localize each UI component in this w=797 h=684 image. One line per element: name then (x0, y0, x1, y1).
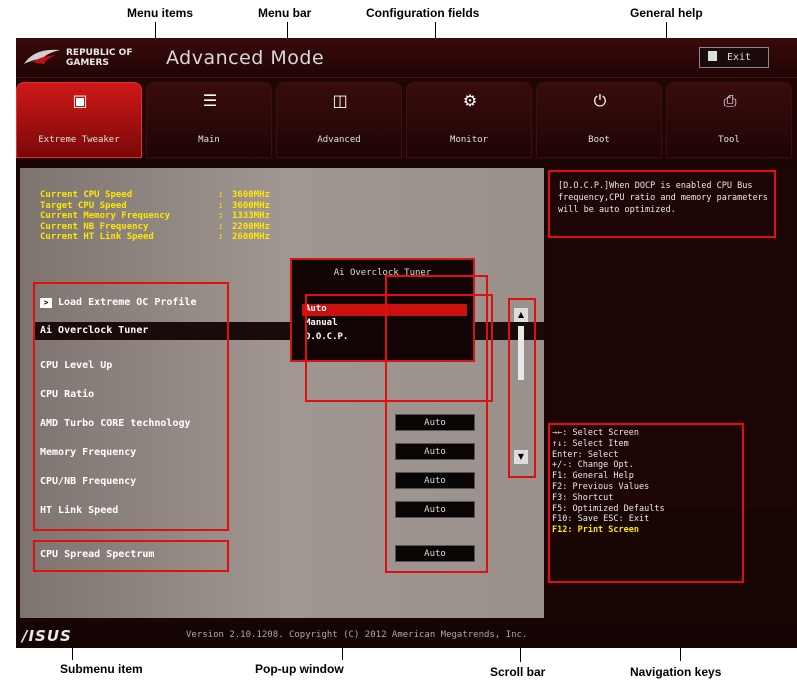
tab-label: Main (198, 135, 220, 145)
menu-bar: ▣ Extreme Tweaker ☰ Main ◫ Advanced ⚙ Mo… (16, 80, 797, 160)
callout-general-help: General help (630, 6, 703, 20)
info-label: Current HT Link Speed (40, 232, 154, 242)
info-label: Current NB Frequency (40, 221, 149, 232)
info-separator: : (218, 221, 224, 232)
navigation-keys-box (548, 423, 744, 583)
version-text: Version 2.10.1208. Copyright (C) 2012 Am… (186, 630, 528, 640)
callout-menu-bar: Menu bar (258, 6, 312, 20)
footer: /ISUS Version 2.10.1208. Copyright (C) 2… (16, 623, 797, 648)
menu-items-box (33, 282, 229, 531)
tab-advanced[interactable]: ◫ Advanced (276, 82, 402, 158)
submenu-item-box (33, 540, 229, 572)
tab-label: Advanced (317, 135, 361, 145)
tab-boot[interactable]: ⏻ Boot (536, 82, 662, 158)
advanced-icon: ◫ (332, 91, 348, 110)
info-row: Current CPU Speed:3600MHz (40, 190, 270, 201)
exit-label: Exit (727, 52, 752, 63)
callout-menu-items: Menu items (127, 6, 194, 20)
main-list-icon: ☰ (202, 91, 218, 110)
info-row: Current HT Link Speed:2600MHz (40, 232, 270, 243)
info-separator: : (218, 200, 224, 211)
brand-text: REPUBLIC OF GAMERS (66, 48, 132, 68)
info-separator: : (218, 211, 224, 221)
tab-label: Monitor (450, 135, 488, 145)
brand-line-1: REPUBLIC OF (66, 48, 133, 58)
info-value: 2200MHz (232, 221, 270, 232)
info-label: Current Memory Frequency (40, 211, 171, 221)
tool-icon: ⎙ (723, 91, 737, 110)
tab-tool[interactable]: ⎙ Tool (666, 82, 792, 158)
callout-navigation-keys: Navigation keys (630, 665, 722, 679)
callout-configuration-fields: Configuration fields (366, 6, 480, 20)
mode-title: Advanced Mode (166, 47, 325, 69)
asus-logo: /ISUS (22, 627, 72, 645)
tab-main[interactable]: ☰ Main (146, 82, 272, 158)
general-help-box (548, 170, 776, 238)
info-row: Target CPU Speed:3600MHz (40, 201, 270, 212)
popup-window-box (305, 294, 493, 402)
extreme-tweaker-icon: ▣ (72, 91, 88, 110)
callout-scroll-bar: Scroll bar (490, 665, 546, 679)
power-icon: ⏻ (593, 91, 607, 110)
brand-line-2: GAMERS (66, 58, 109, 68)
info-separator: : (218, 190, 224, 200)
info-value: 3600MHz (232, 200, 270, 211)
monitor-icon: ⚙ (462, 91, 478, 110)
tab-monitor[interactable]: ⚙ Monitor (406, 82, 532, 158)
info-row: Current NB Frequency:2200MHz (40, 222, 270, 233)
rog-logo: REPUBLIC OF GAMERS (22, 44, 152, 72)
tab-extreme-tweaker[interactable]: ▣ Extreme Tweaker (16, 82, 142, 158)
tab-label: Boot (588, 135, 610, 145)
info-label: Current CPU Speed (40, 190, 133, 200)
exit-icon (708, 51, 717, 61)
top-bar: REPUBLIC OF GAMERS Advanced Mode Exit (16, 38, 797, 78)
tab-label: Tool (718, 135, 740, 145)
callout-popup-window: Pop-up window (255, 662, 344, 676)
tab-label: Extreme Tweaker (38, 135, 120, 145)
info-separator: : (218, 232, 224, 242)
rog-eye-icon (24, 49, 60, 64)
exit-button[interactable]: Exit (699, 47, 769, 68)
info-value: 2600MHz (232, 232, 270, 242)
info-value: 3600MHz (232, 190, 270, 200)
system-info: Current CPU Speed:3600MHz Target CPU Spe… (40, 190, 270, 243)
info-label: Target CPU Speed (40, 200, 127, 211)
callout-submenu-item: Submenu item (60, 662, 143, 676)
scroll-bar-box (508, 298, 536, 478)
info-value: 1333MHz (232, 211, 270, 221)
info-row: Current Memory Frequency:1333MHz (40, 211, 270, 222)
